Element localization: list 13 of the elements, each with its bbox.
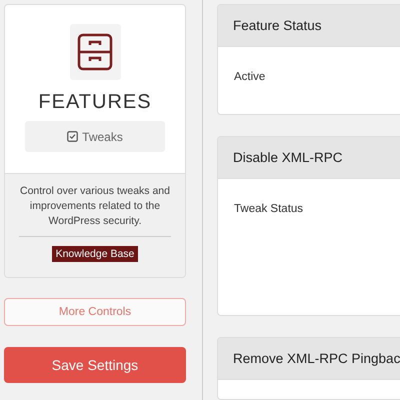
save-settings-button[interactable]: Save Settings [4, 347, 186, 383]
panel-text: Tweak Status [234, 203, 304, 216]
panel-text: Active [234, 71, 266, 83]
panel-title: Remove XML-RPC Pingbac [233, 350, 400, 366]
panel-title: Feature Status [233, 18, 322, 33]
checkbox-icon [67, 131, 78, 142]
drawer-cabinet-icon [77, 33, 113, 71]
more-controls-button[interactable]: More Controls [4, 298, 186, 326]
section-title: FEATURES [38, 91, 152, 114]
description-text: Control over various tweaks and improvements related to the WordPress security. [19, 184, 171, 229]
knowledge-base-link[interactable]: Knowledge Base [52, 246, 138, 262]
panel-title: Disable XML-RPC [233, 150, 343, 166]
tweaks-tab[interactable]: Tweaks [25, 121, 165, 152]
